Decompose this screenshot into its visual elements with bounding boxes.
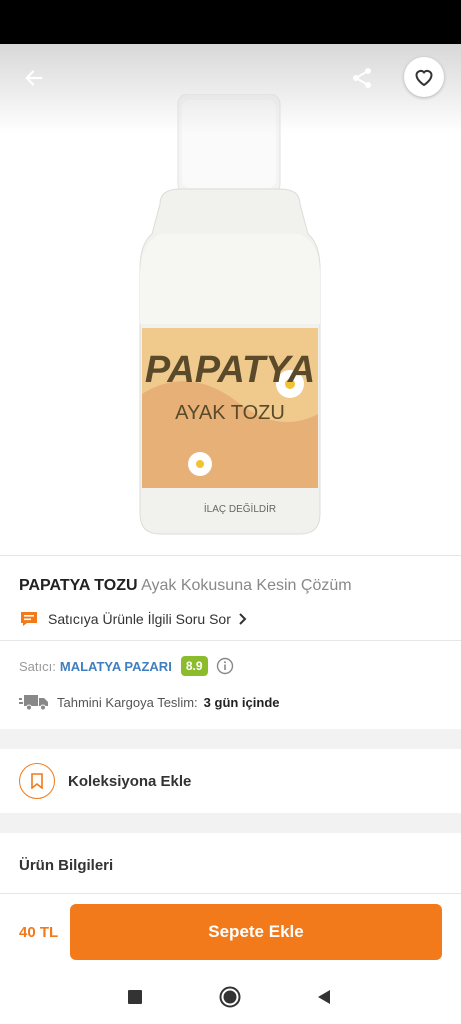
section-gap	[0, 729, 461, 749]
product-info-title: Ürün Bilgileri	[19, 857, 114, 874]
add-to-cart-button[interactable]: Sepete Ekle	[70, 904, 442, 960]
product-description: Ayak Kokusuna Kesin Çözüm	[141, 577, 352, 594]
seller-name-link[interactable]: MALATYA PAZARI	[60, 659, 172, 674]
arrow-left-icon[interactable]	[14, 58, 54, 98]
divider	[0, 555, 461, 556]
circle-icon[interactable]	[216, 983, 244, 1011]
heart-icon[interactable]	[404, 57, 444, 97]
ask-seller-link[interactable]: Satıcıya Ürünle İlgili Soru Sor	[19, 609, 247, 629]
price: 40 TL	[19, 924, 59, 941]
chevron-right-icon	[237, 613, 247, 625]
product-label-line1: PAPATYA	[145, 349, 315, 391]
header-fade	[0, 44, 461, 134]
section-gap	[0, 813, 461, 833]
product-image-area[interactable]: PAPATYA AYAK TOZU İLAÇ DEĞİLDİR	[0, 44, 461, 555]
product-title: PAPATYA TOZU Ayak Kokusuna Kesin Çözüm	[19, 577, 352, 595]
shipping-row: Tahmini Kargoya Teslim: 3 gün içinde	[19, 693, 280, 711]
chat-icon	[19, 609, 39, 629]
shipping-label: Tahmini Kargoya Teslim:	[57, 694, 198, 710]
truck-icon	[19, 693, 49, 711]
ask-seller-label: Satıcıya Ürünle İlgili Soru Sor	[48, 611, 231, 627]
square-icon[interactable]	[121, 983, 149, 1011]
product-label-line3: İLAÇ DEĞİLDİR	[204, 502, 276, 515]
info-icon[interactable]	[216, 657, 234, 675]
bookmark-icon	[19, 763, 55, 799]
system-nav-bar	[0, 969, 461, 1024]
product-image: PAPATYA AYAK TOZU İLAÇ DEĞİLDİR	[139, 94, 321, 535]
shipping-value: 3 gün içinde	[203, 694, 280, 710]
seller-label: Satıcı:	[19, 658, 56, 674]
triangle-back-icon[interactable]	[310, 983, 338, 1011]
product-brand: PAPATYA TOZU	[19, 577, 138, 594]
product-label-line2: AYAK TOZU	[175, 402, 285, 424]
divider	[0, 640, 461, 641]
add-to-collection-label: Koleksiyona Ekle	[68, 772, 192, 790]
share-icon[interactable]	[342, 58, 382, 98]
status-bar	[0, 0, 461, 44]
add-to-collection-button[interactable]: Koleksiyona Ekle	[0, 749, 461, 813]
bottom-action-bar: 40 TL Sepete Ekle	[0, 893, 461, 969]
seller-row: Satıcı: MALATYA PAZARI 8.9	[19, 656, 234, 676]
seller-rating-badge: 8.9	[180, 656, 208, 676]
